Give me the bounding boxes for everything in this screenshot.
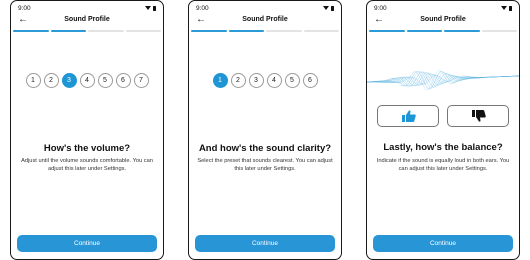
thumbs-up-button[interactable] xyxy=(377,105,439,127)
thumbs-down-button[interactable] xyxy=(447,105,509,127)
status-bar: 9:00 xyxy=(374,4,512,12)
continue-button[interactable]: Continue xyxy=(17,235,157,252)
page-title: Sound Profile xyxy=(420,16,466,23)
step-option-1[interactable]: 1 xyxy=(25,73,41,88)
clarity-stepper: 123456 xyxy=(189,73,341,88)
step-option-2[interactable]: 2 xyxy=(230,73,246,88)
nav-bar: ← Sound Profile xyxy=(367,13,519,27)
step-option-2[interactable]: 2 xyxy=(43,73,59,88)
step-option-3[interactable]: 3 xyxy=(61,73,77,88)
step-option-6[interactable]: 6 xyxy=(115,73,131,88)
continue-button[interactable]: Continue xyxy=(195,235,335,252)
step-option-5[interactable]: 5 xyxy=(284,73,300,88)
progress-segment xyxy=(303,30,339,32)
battery-icon xyxy=(331,5,334,11)
status-bar: 9:00 xyxy=(18,4,156,12)
wifi-icon xyxy=(145,6,151,10)
progress-segment xyxy=(13,30,49,32)
progress-segment xyxy=(406,30,442,32)
progress-segment xyxy=(191,30,227,32)
status-time: 9:00 xyxy=(18,4,31,12)
progress-segment xyxy=(125,30,161,32)
status-time: 9:00 xyxy=(196,4,209,12)
phone-screen-volume: 9:00 ← Sound Profile 1234567 How's the v… xyxy=(10,0,164,260)
status-bar: 9:00 xyxy=(196,4,334,12)
battery-icon xyxy=(153,5,156,11)
screen-description: Adjust until the volume sounds comfortab… xyxy=(21,158,153,172)
progress-segment xyxy=(228,30,264,32)
progress-bar xyxy=(191,30,339,32)
thumbs-up-icon xyxy=(402,110,416,122)
progress-bar xyxy=(13,30,161,32)
screen-heading: How's the volume? xyxy=(43,143,131,154)
progress-segment xyxy=(266,30,302,32)
step-option-4[interactable]: 4 xyxy=(79,73,95,88)
wifi-icon xyxy=(501,6,507,10)
step-option-1[interactable]: 1 xyxy=(212,73,228,88)
step-option-5[interactable]: 5 xyxy=(97,73,113,88)
nav-bar: ← Sound Profile xyxy=(11,13,163,27)
status-icons xyxy=(501,5,512,11)
step-option-4[interactable]: 4 xyxy=(266,73,282,88)
status-icons xyxy=(145,5,156,11)
progress-bar xyxy=(369,30,517,32)
screen-description: Select the preset that sounds clearest. … xyxy=(197,158,333,172)
thumbs-down-icon xyxy=(472,110,486,122)
progress-segment xyxy=(444,30,480,32)
progress-segment xyxy=(88,30,124,32)
continue-button[interactable]: Continue xyxy=(373,235,513,252)
wifi-icon xyxy=(323,6,329,10)
phone-screen-balance: 9:00 ← Sound Profile Lastly, how's the b… xyxy=(366,0,520,260)
screen-heading: Lastly, how's the balance? xyxy=(383,142,503,153)
status-time: 9:00 xyxy=(374,4,387,12)
page-title: Sound Profile xyxy=(64,16,110,23)
volume-stepper: 1234567 xyxy=(11,73,163,88)
battery-icon xyxy=(509,5,512,11)
step-option-3[interactable]: 3 xyxy=(248,73,264,88)
status-icons xyxy=(323,5,334,11)
progress-segment xyxy=(481,30,517,32)
screen-heading: And how's the sound clarity? xyxy=(198,143,332,154)
balance-wave-graphic xyxy=(367,70,519,91)
nav-bar: ← Sound Profile xyxy=(189,13,341,27)
screen-description: Indicate if the sound is equally loud in… xyxy=(376,158,510,172)
phone-screen-clarity: 9:00 ← Sound Profile 123456 And how's th… xyxy=(188,0,342,260)
step-option-6[interactable]: 6 xyxy=(302,73,318,88)
progress-segment xyxy=(369,30,405,32)
progress-segment xyxy=(50,30,86,32)
step-option-7[interactable]: 7 xyxy=(133,73,149,88)
page-title: Sound Profile xyxy=(242,16,288,23)
